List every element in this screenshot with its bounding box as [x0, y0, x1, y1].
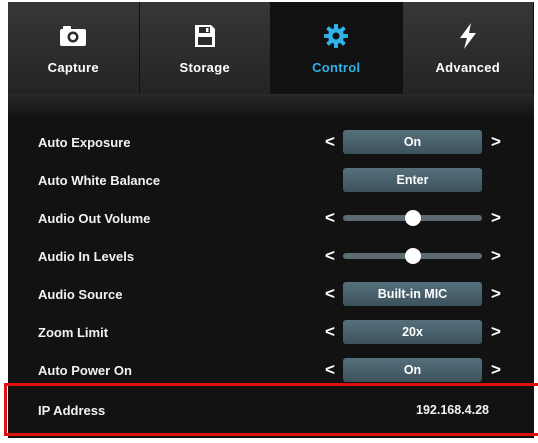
floppy-disk-icon	[191, 22, 219, 50]
auto-white-balance-label: Auto White Balance	[38, 173, 161, 188]
tab-capture-label: Capture	[47, 60, 99, 75]
zoom-limit-label: Zoom Limit	[38, 325, 109, 340]
tab-advanced[interactable]: Advanced	[402, 2, 534, 94]
slider-knob[interactable]	[404, 210, 421, 226]
audio-in-levels-label: Audio In Levels	[38, 249, 135, 264]
slider-knob[interactable]	[404, 248, 421, 264]
auto-power-on-next-arrow[interactable]: >	[491, 360, 501, 380]
auto-white-balance-enter-button[interactable]: Enter	[343, 168, 482, 192]
zoom-limit-prev-arrow[interactable]: <	[325, 322, 335, 342]
auto-exposure-label: Auto Exposure	[38, 135, 131, 150]
ip-address-value: 192.168.4.28	[416, 403, 489, 417]
auto-exposure-prev-arrow[interactable]: <	[325, 132, 335, 152]
lightning-bolt-icon	[454, 22, 482, 50]
audio-source-prev-arrow[interactable]: <	[325, 284, 335, 304]
tab-advanced-label: Advanced	[435, 60, 501, 75]
audio-out-volume-label: Audio Out Volume	[38, 211, 151, 226]
audio-in-levels-increase-arrow[interactable]: >	[491, 246, 501, 266]
audio-source-value[interactable]: Built-in MIC	[343, 282, 482, 306]
tab-bar: Capture Storage Control Advanced	[8, 2, 534, 94]
zoom-limit-value[interactable]: 20x	[343, 320, 482, 344]
tab-storage[interactable]: Storage	[139, 2, 271, 94]
auto-exposure-value[interactable]: On	[343, 130, 482, 154]
zoom-limit-next-arrow[interactable]: >	[491, 322, 501, 342]
tab-control-label: Control	[312, 60, 361, 75]
auto-white-balance-row: Auto White Balance Enter	[8, 162, 534, 200]
audio-in-levels-row: Audio In Levels < >	[8, 238, 534, 276]
ip-address-label: IP Address	[38, 403, 106, 418]
auto-exposure-next-arrow[interactable]: >	[491, 132, 501, 152]
auto-power-on-label: Auto Power On	[38, 363, 132, 378]
audio-source-label: Audio Source	[38, 287, 123, 302]
header-divider	[8, 94, 534, 118]
zoom-limit-row: Zoom Limit < 20x >	[8, 314, 534, 352]
audio-source-next-arrow[interactable]: >	[491, 284, 501, 304]
audio-out-volume-row: Audio Out Volume < >	[8, 200, 534, 238]
settings-screen: Capture Storage Control Advanced Auto Ex…	[8, 2, 534, 438]
audio-in-levels-slider[interactable]	[343, 248, 482, 264]
audio-source-row: Audio Source < Built-in MIC >	[8, 276, 534, 314]
audio-out-volume-increase-arrow[interactable]: >	[491, 208, 501, 228]
tab-control[interactable]: Control	[271, 2, 403, 94]
auto-power-on-value[interactable]: On	[343, 358, 482, 382]
auto-exposure-row: Auto Exposure < On >	[8, 124, 534, 162]
audio-in-levels-decrease-arrow[interactable]: <	[325, 246, 335, 266]
camera-icon	[59, 22, 87, 50]
tab-storage-label: Storage	[179, 60, 230, 75]
gear-icon	[322, 22, 350, 50]
audio-out-volume-decrease-arrow[interactable]: <	[325, 208, 335, 228]
auto-power-on-prev-arrow[interactable]: <	[325, 360, 335, 380]
tab-capture[interactable]: Capture	[8, 2, 140, 94]
auto-power-on-row: Auto Power On < On >	[8, 352, 534, 390]
ip-address-row: IP Address 192.168.4.28	[8, 392, 534, 430]
audio-out-volume-slider[interactable]	[343, 210, 482, 226]
